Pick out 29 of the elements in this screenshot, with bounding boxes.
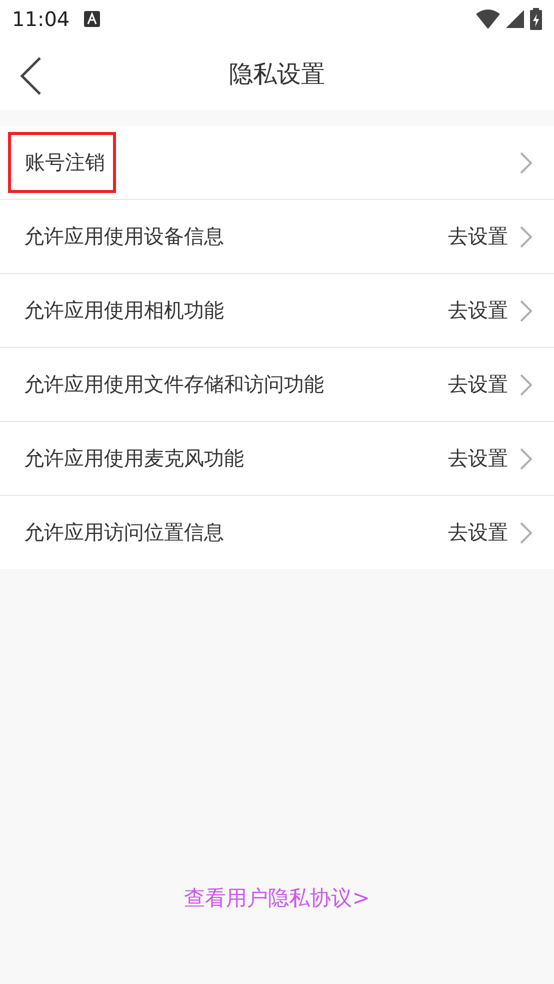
settings-row[interactable]: 允许应用使用设备信息 去设置 <box>0 199 554 273</box>
chevron-right-icon <box>520 152 532 174</box>
row-label: 允许应用使用相机功能 <box>24 297 224 324</box>
row-action: 去设置 <box>448 223 508 250</box>
settings-row[interactable]: 账号注销 <box>0 126 554 199</box>
row-label: 允许应用使用设备信息 <box>24 223 224 250</box>
row-action: 去设置 <box>448 371 508 398</box>
chevron-right-icon <box>520 226 532 248</box>
chevron-right-icon <box>520 522 532 544</box>
settings-row[interactable]: 允许应用使用麦克风功能 去设置 <box>0 421 554 495</box>
row-action: 去设置 <box>448 297 508 324</box>
battery-icon <box>530 8 542 30</box>
chevron-right-icon <box>520 300 532 322</box>
row-action: 去设置 <box>448 445 508 472</box>
page-title: 隐私设置 <box>229 59 325 90</box>
status-time: 11:04 <box>12 7 70 31</box>
chevron-right-icon <box>520 448 532 470</box>
settings-row[interactable]: 允许应用使用相机功能 去设置 <box>0 273 554 347</box>
wifi-icon <box>476 9 500 29</box>
settings-row[interactable]: 允许应用使用文件存储和访问功能 去设置 <box>0 347 554 421</box>
row-label: 允许应用访问位置信息 <box>24 519 224 546</box>
settings-row[interactable]: 允许应用访问位置信息 去设置 <box>0 495 554 569</box>
chevron-right-icon <box>520 374 532 396</box>
row-label: 允许应用使用麦克风功能 <box>24 445 244 472</box>
notification-icon <box>84 11 100 27</box>
row-action: 去设置 <box>448 519 508 546</box>
row-label: 账号注销 <box>8 132 116 193</box>
row-label: 允许应用使用文件存储和访问功能 <box>24 371 324 398</box>
signal-icon <box>506 10 524 28</box>
